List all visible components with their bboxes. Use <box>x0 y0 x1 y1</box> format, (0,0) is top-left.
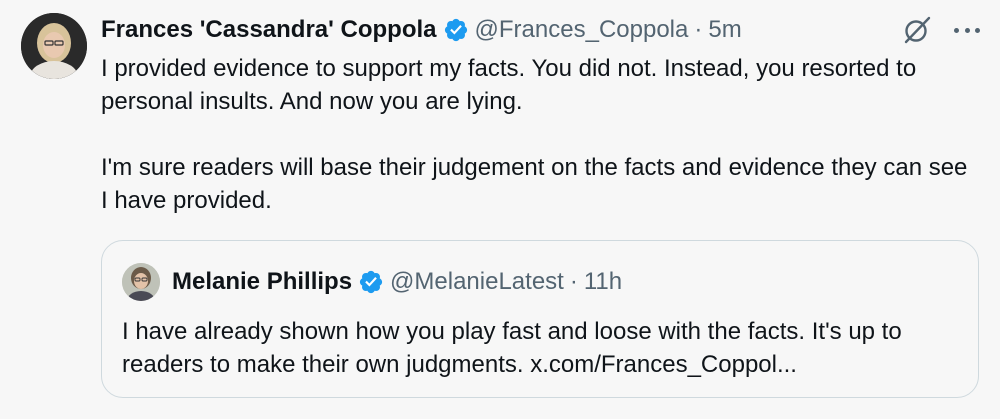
tweet-text: I provided evidence to support my facts.… <box>101 52 980 217</box>
quote-text: I have already shown how you play fast a… <box>122 318 902 378</box>
author-handle[interactable]: @Frances_Coppola <box>475 16 689 44</box>
tweet-paragraph: I provided evidence to support my facts.… <box>101 55 917 115</box>
quote-header: Melanie Phillips @MelanieLatest · 11h <box>172 264 622 300</box>
quote-author-name[interactable]: Melanie Phillips <box>172 268 352 296</box>
tweet[interactable]: Frances 'Cassandra' Coppola @Frances_Cop… <box>0 0 1000 419</box>
tweet-actions <box>902 12 980 48</box>
quote-timestamp[interactable]: 11h <box>584 268 622 296</box>
author-avatar-image <box>21 13 87 79</box>
grok-icon[interactable] <box>902 15 932 45</box>
separator-dot: · <box>569 268 578 295</box>
quoted-tweet[interactable]: Melanie Phillips @MelanieLatest · 11h I … <box>101 240 979 398</box>
separator-dot: · <box>694 16 703 43</box>
verified-badge-icon <box>444 18 467 42</box>
tweet-header: Frances 'Cassandra' Coppola @Frances_Cop… <box>101 12 980 48</box>
tweet-paragraph: I'm sure readers will base their judgeme… <box>101 154 968 214</box>
quote-author-avatar[interactable] <box>122 263 160 301</box>
quote-author-avatar-image <box>122 263 160 301</box>
verified-badge-icon <box>359 270 383 294</box>
more-icon[interactable] <box>954 26 980 34</box>
timestamp[interactable]: 5m <box>708 16 741 44</box>
author-avatar[interactable] <box>21 13 87 79</box>
quote-author-handle[interactable]: @MelanieLatest <box>390 268 564 296</box>
author-name[interactable]: Frances 'Cassandra' Coppola <box>101 16 437 44</box>
